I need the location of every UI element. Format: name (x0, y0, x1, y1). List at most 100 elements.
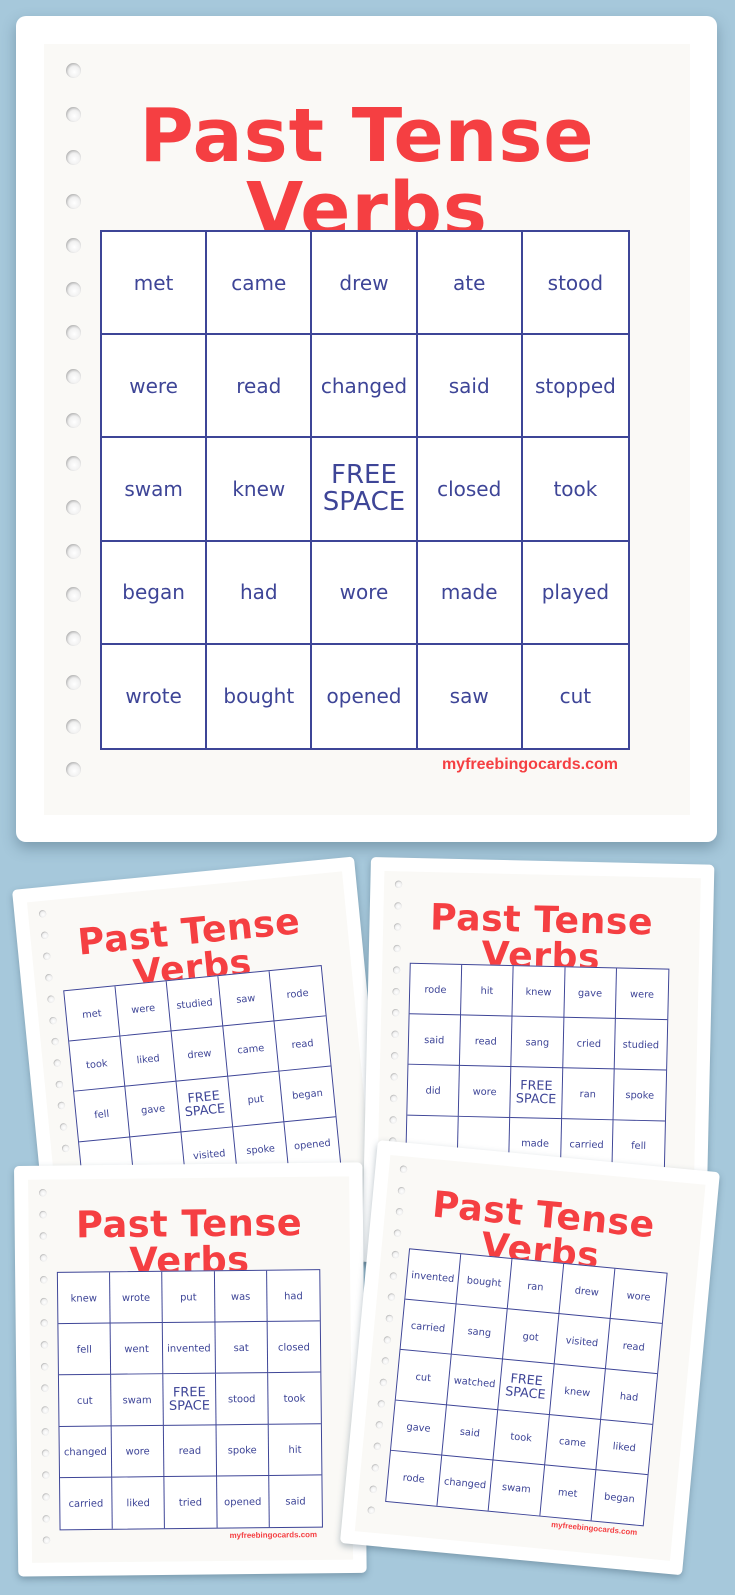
binder-hole-icon (42, 1471, 50, 1479)
bingo-cell: sang (511, 1016, 565, 1069)
free-space-cell: FREE SPACE (176, 1076, 233, 1133)
bingo-cell: bought (456, 1254, 513, 1310)
binder-hole-icon (392, 987, 400, 996)
binder-hole-icon (40, 1341, 49, 1349)
bingo-cell: were (615, 968, 669, 1021)
bingo-cell: changed (437, 1455, 494, 1511)
bingo-cell: liked (112, 1476, 166, 1529)
bingo-cell: were (102, 335, 208, 439)
bingo-cell: wore (458, 1066, 512, 1118)
bingo-cell: gave (390, 1400, 448, 1456)
binder-hole-icon (390, 1073, 398, 1081)
bingo-cell: carried (400, 1299, 457, 1355)
bingo-cell: changed (312, 335, 418, 439)
binder-hole-icon (66, 368, 81, 384)
binder-hole-icon (51, 1037, 60, 1046)
bingo-cell: went (110, 1323, 164, 1375)
binder-hole-icon (38, 909, 47, 918)
binder-hole-icon (61, 1144, 70, 1153)
binder-hole-icon (367, 1506, 376, 1515)
bingo-cell: said (408, 1014, 462, 1067)
bingo-cell: saw (418, 644, 523, 748)
site-watermark: myfreebingocards.com (229, 1530, 318, 1540)
lined-paper: Past Tense Verbs knew wrote put was had fell we… (28, 1176, 354, 1563)
binder-hole-icon (41, 1427, 50, 1436)
bingo-card-preview-4[interactable]: Past Tense Verbs invented bought ran drew wor… (339, 1140, 720, 1576)
bingo-cell: watched (447, 1354, 504, 1411)
binder-hole-icon (390, 1051, 399, 1060)
binder-hole-icon (41, 1384, 49, 1393)
bingo-cell: stood (522, 232, 628, 336)
bingo-cell: invented (162, 1322, 216, 1375)
bingo-cell: studied (166, 976, 224, 1032)
binder-hole-icon (379, 1378, 388, 1387)
bingo-cell: liked (120, 1031, 177, 1087)
bingo-cell: cut (559, 684, 592, 709)
binder-hole-icon (66, 500, 81, 515)
bingo-cell: came (544, 1414, 601, 1471)
binder-hole-icon (53, 1058, 62, 1068)
bingo-cell: knew (57, 1272, 111, 1325)
lined-paper: Past Tense Verbs invented bought ran drew wor… (354, 1154, 706, 1561)
bingo-cell: took (69, 1036, 126, 1092)
bingo-cell: swam (111, 1374, 165, 1427)
bingo-cell: did (407, 1064, 460, 1117)
bingo-cell: closed (267, 1321, 321, 1374)
bingo-cell: knew (207, 438, 313, 542)
bingo-cell: hit (268, 1424, 322, 1476)
binder-hole-icon (66, 762, 81, 778)
bingo-cell: invented (405, 1249, 462, 1305)
bingo-cell: began (603, 1490, 636, 1506)
bingo-cell: swam (102, 438, 208, 542)
bingo-grid: knew wrote put was had fell went invented sat clo… (56, 1269, 323, 1531)
bingo-cell: visited (554, 1314, 611, 1370)
binder-hole-icon (381, 1357, 390, 1366)
bingo-cell: took (268, 1372, 321, 1425)
binder-hole-icon (55, 1080, 64, 1089)
bingo-cell: wrote (110, 1271, 163, 1324)
bingo-cell: opened (312, 644, 418, 748)
binder-hole-icon (57, 1101, 66, 1110)
binder-hole-icon (389, 1271, 398, 1280)
binder-hole-icon (40, 1362, 49, 1371)
bingo-cell: put (228, 1071, 285, 1128)
bingo-cell: hit (461, 964, 514, 1017)
binder-hole-icon (399, 1165, 408, 1174)
bingo-cell: played (522, 542, 628, 645)
bingo-cell: met (64, 986, 121, 1042)
bingo-cell: bought (207, 644, 313, 748)
bingo-cell: ate (417, 232, 523, 336)
bingo-card-preview-3[interactable]: Past Tense Verbs knew wrote put was had fell we… (14, 1162, 367, 1577)
binder-hole-icon (394, 880, 403, 889)
bingo-cell: cut (58, 1374, 112, 1427)
bingo-cell: wrote (102, 644, 208, 748)
free-space-cell: FREE SPACE (498, 1359, 555, 1415)
binder-hole-icon (389, 1094, 398, 1103)
bingo-cell: met (102, 232, 208, 336)
binder-hole-icon (375, 1421, 384, 1430)
bingo-cell: had (600, 1369, 658, 1425)
binder-hole-icon (66, 674, 81, 690)
binder-hole-icon (42, 1536, 51, 1545)
bingo-cell: said (442, 1405, 499, 1461)
bingo-grid: met came drew ate stood were read changed said st… (100, 230, 630, 750)
bingo-cell: read (274, 1016, 331, 1072)
binder-hole-icon (42, 1514, 51, 1523)
lined-paper: Past Tense Verbs met came drew ate stood were r… (44, 44, 690, 815)
bingo-cell: rode (409, 963, 463, 1016)
bingo-cell: ran (561, 1068, 615, 1121)
binder-hole-icon (39, 1189, 47, 1197)
bingo-cell: stood (215, 1373, 269, 1426)
binder-hole-icon (49, 1016, 58, 1025)
binder-hole-icon (389, 1116, 397, 1124)
binder-hole-icon (66, 412, 81, 428)
bingo-cell: read (164, 1425, 217, 1477)
bingo-cell: sat (215, 1321, 269, 1374)
card-title: Past Tense Verbs (139, 93, 595, 253)
bingo-cell: rode (386, 1450, 443, 1506)
bingo-cell: changed (59, 1426, 113, 1479)
bingo-cell: read (459, 1015, 513, 1068)
binder-hole-icon (391, 1009, 400, 1017)
binder-hole-icon (41, 1406, 49, 1414)
binder-hole-icon (373, 1442, 382, 1451)
